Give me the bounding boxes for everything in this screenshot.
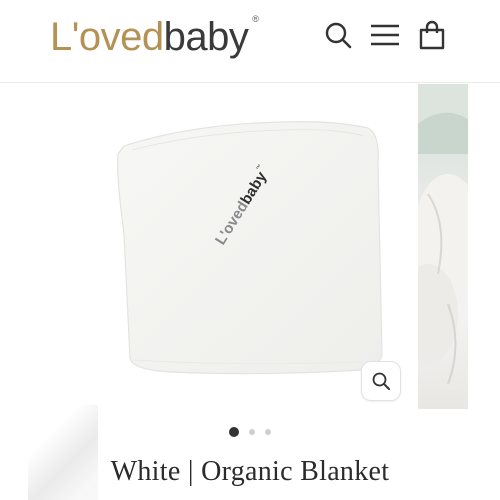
- cart-icon[interactable]: [415, 18, 449, 52]
- product-image-main[interactable]: L'ovedbaby™: [32, 84, 416, 409]
- logo-text-baby: baby: [163, 15, 249, 59]
- brand-logo[interactable]: L'ovedbaby ®: [50, 12, 259, 62]
- zoom-icon: [372, 372, 390, 390]
- site-header: L'ovedbaby ®: [0, 0, 500, 83]
- product-image-next[interactable]: [398, 84, 468, 409]
- product-title: White | Organic Blanket: [110, 456, 390, 487]
- pagination-dot-3[interactable]: [265, 429, 271, 435]
- menu-icon[interactable]: [368, 18, 402, 52]
- logo-text-loved: L'oved: [50, 15, 164, 59]
- zoom-button[interactable]: [362, 362, 400, 400]
- pagination-dot-2[interactable]: [249, 429, 255, 435]
- logo-registered-mark: ®: [252, 14, 259, 24]
- product-image-gallery[interactable]: L'ovedbaby™: [32, 84, 468, 409]
- search-icon[interactable]: [321, 18, 355, 52]
- pagination-dot-1[interactable]: [229, 427, 239, 437]
